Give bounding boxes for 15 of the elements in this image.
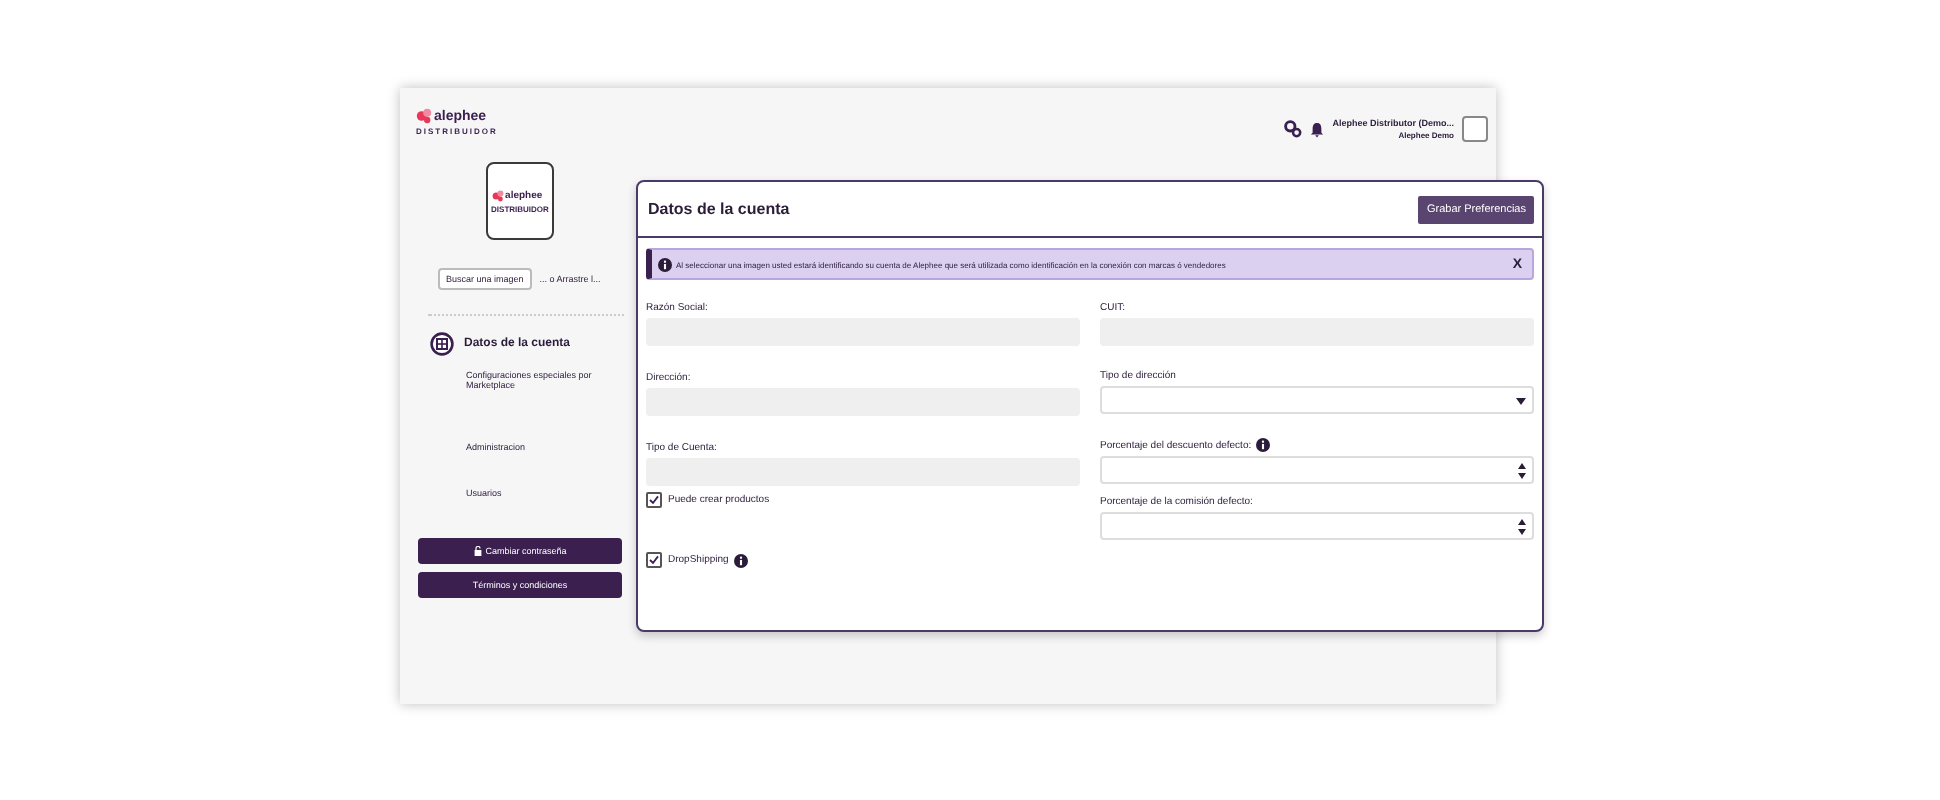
number-field[interactable]	[1100, 456, 1534, 484]
panel-title: Datos de la cuenta	[648, 200, 790, 218]
spinner-icon[interactable]	[1518, 461, 1526, 479]
logo-icon	[416, 108, 432, 124]
bell-icon[interactable]	[1310, 121, 1325, 137]
checkbox[interactable]	[646, 492, 662, 508]
lock-icon	[473, 546, 482, 556]
spinner-icon[interactable]	[1518, 517, 1526, 535]
number-field[interactable]	[1100, 512, 1534, 540]
grid-icon	[430, 332, 454, 356]
logo-icon	[491, 189, 504, 201]
avatar-icon[interactable]	[1462, 116, 1488, 142]
info-icon	[658, 257, 672, 271]
dropdown-arrow-icon	[1516, 395, 1526, 405]
checkbox[interactable]	[646, 552, 662, 568]
